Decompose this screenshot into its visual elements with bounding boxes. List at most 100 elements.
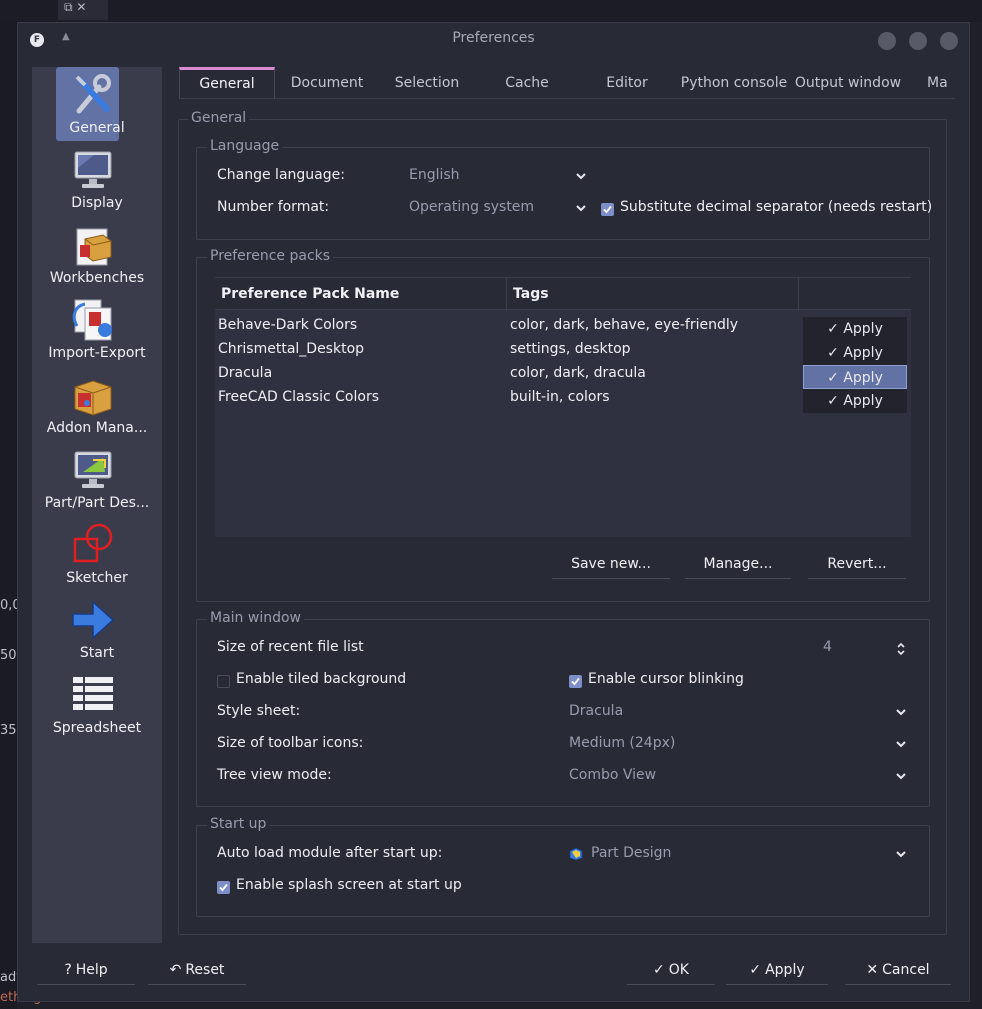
window-title: Preferences xyxy=(452,30,535,46)
autoload-module-select[interactable]: Part Design xyxy=(591,845,671,861)
tree-view-label: Tree view mode: xyxy=(217,767,332,783)
save-new-pack-button[interactable]: Save new... xyxy=(552,549,670,579)
title-bar[interactable]: F ▲ Preferences xyxy=(18,23,969,55)
start-arrow-icon xyxy=(72,600,115,640)
sidebar-item-sketcher[interactable]: Sketcher xyxy=(32,517,162,591)
ok-button-label: OK xyxy=(668,962,689,978)
maximize-button[interactable] xyxy=(909,32,927,50)
reset-button[interactable]: ↶ Reset xyxy=(148,955,246,985)
tab-editor[interactable]: Editor xyxy=(579,67,675,98)
spin-arrows-icon[interactable] xyxy=(896,641,906,657)
workbench-box-icon xyxy=(76,228,112,266)
sidebar-item-label: Sketcher xyxy=(66,570,128,586)
column-header-name[interactable]: Preference Pack Name xyxy=(215,278,507,311)
sidebar-item-label: Part/Part Des... xyxy=(44,495,150,511)
pack-tags-cell[interactable]: built-in, colors xyxy=(510,389,610,405)
table-header: Preference Pack Name Tags xyxy=(215,277,911,311)
preferences-dialog: F ▲ Preferences General Display Workbenc… xyxy=(17,22,970,1002)
background-toolbar xyxy=(0,0,982,22)
sidebar-item-workbenches[interactable]: Workbenches xyxy=(32,217,162,291)
tab-general[interactable]: General xyxy=(179,67,275,98)
toolbar-icons-label: Size of toolbar icons: xyxy=(217,735,364,751)
pack-tags-cell[interactable]: color, dark, dracula xyxy=(510,365,646,381)
sidebar-item-start[interactable]: Start xyxy=(32,592,162,666)
change-language-label: Change language: xyxy=(217,167,345,183)
style-sheet-select[interactable]: Dracula xyxy=(569,703,623,719)
pack-name-cell[interactable]: Chrismettal_Desktop xyxy=(218,341,364,357)
chevron-down-icon[interactable] xyxy=(895,739,907,749)
cancel-button[interactable]: ✕ Cancel xyxy=(845,955,951,985)
splash-screen-label: Enable splash screen at start up xyxy=(236,877,462,893)
chevron-down-icon[interactable] xyxy=(895,771,907,781)
change-language-select[interactable]: English xyxy=(409,167,460,183)
tab-python-console[interactable]: Python console xyxy=(679,67,789,98)
toolbar-icons-select[interactable]: Medium (24px) xyxy=(569,735,675,751)
recent-files-label: Size of recent file list xyxy=(217,639,364,655)
apply-pack-button[interactable]: ✓ Apply xyxy=(803,389,907,413)
chevron-down-icon[interactable] xyxy=(895,707,907,717)
sidebar-item-spreadsheet[interactable]: Spreadsheet xyxy=(32,667,162,741)
tab-output-window[interactable]: Output window xyxy=(793,67,903,98)
sidebar-item-addon-manager[interactable]: Addon Mana... xyxy=(32,367,162,441)
help-button[interactable]: ? Help xyxy=(37,955,135,985)
column-header-tags[interactable]: Tags xyxy=(507,278,799,311)
pack-name-cell[interactable]: Behave-Dark Colors xyxy=(218,317,357,333)
preference-pages-sidebar: General Display Workbenches Import-Expor… xyxy=(32,67,162,943)
cursor-blinking-checkbox[interactable] xyxy=(569,675,582,688)
substitute-separator-checkbox[interactable] xyxy=(601,203,614,216)
pack-tags-cell[interactable]: settings, desktop xyxy=(510,341,631,357)
recent-files-spinbox[interactable]: 4 xyxy=(823,639,832,655)
pack-tags-cell[interactable]: color, dark, behave, eye-friendly xyxy=(510,317,738,333)
tab-macro-truncated[interactable]: Ma xyxy=(927,67,955,98)
cursor-blinking-label: Enable cursor blinking xyxy=(588,671,744,687)
main-window-title: Main window xyxy=(207,610,304,626)
apply-pack-button[interactable]: ✓ Apply xyxy=(803,341,907,365)
sidebar-item-import-export[interactable]: Import-Export xyxy=(32,292,162,366)
chevron-down-icon[interactable] xyxy=(575,203,587,213)
pack-name-cell[interactable]: Dracula xyxy=(218,365,272,381)
sidebar-item-label: Display xyxy=(71,195,123,211)
check-icon: ✓ xyxy=(827,370,844,386)
apply-pack-button[interactable]: ✓ Apply xyxy=(803,317,907,341)
sidebar-item-part-design[interactable]: Part/Part Des... xyxy=(32,442,162,516)
autoload-module-label: Auto load module after start up: xyxy=(217,845,443,861)
pack-name-cell[interactable]: FreeCAD Classic Colors xyxy=(218,389,379,405)
apply-pack-label: Apply xyxy=(843,370,883,386)
tools-icon xyxy=(75,74,111,114)
apply-pack-button[interactable]: ✓ Apply xyxy=(803,365,907,389)
splash-screen-checkbox[interactable] xyxy=(217,881,230,894)
background-left-panel xyxy=(0,22,17,1009)
tiled-background-label: Enable tiled background xyxy=(236,671,407,687)
revert-pack-button[interactable]: Revert... xyxy=(808,549,906,579)
sidebar-item-display[interactable]: Display xyxy=(32,142,162,216)
spreadsheet-icon xyxy=(73,677,113,710)
sidebar-item-general[interactable]: General xyxy=(32,67,162,141)
chevron-down-icon[interactable] xyxy=(575,171,587,181)
check-icon: ✓ xyxy=(827,321,844,337)
checkmark-icon xyxy=(603,205,612,214)
minimize-button[interactable] xyxy=(878,32,896,50)
apply-pack-label: Apply xyxy=(843,345,883,361)
column-header-actions[interactable] xyxy=(799,278,911,311)
ok-button[interactable]: ✓ OK xyxy=(627,955,715,985)
apply-pack-label: Apply xyxy=(843,321,883,337)
checkmark-icon xyxy=(571,677,580,686)
addon-manager-icon xyxy=(74,380,112,416)
tree-view-select[interactable]: Combo View xyxy=(569,767,656,783)
help-button-label: Help xyxy=(75,962,108,978)
tiled-background-checkbox[interactable] xyxy=(217,675,230,688)
sketcher-icon xyxy=(73,523,113,563)
preference-packs-table[interactable]: Preference Pack Name Tags Behave-Dark Co… xyxy=(215,277,911,537)
chevron-down-icon[interactable] xyxy=(895,849,907,859)
close-button[interactable] xyxy=(940,32,958,50)
question-icon: ? xyxy=(64,962,72,978)
tab-selection[interactable]: Selection xyxy=(379,67,475,98)
manage-packs-button[interactable]: Manage... xyxy=(685,549,791,579)
apply-button[interactable]: ✓ Apply xyxy=(726,955,828,985)
tab-document[interactable]: Document xyxy=(279,67,375,98)
sidebar-item-label: General xyxy=(69,120,125,136)
tab-cache[interactable]: Cache xyxy=(479,67,575,98)
check-icon: ✓ xyxy=(827,393,844,409)
background-window-buttons: ⧉ ✕ xyxy=(58,0,108,20)
number-format-select[interactable]: Operating system xyxy=(409,199,534,215)
